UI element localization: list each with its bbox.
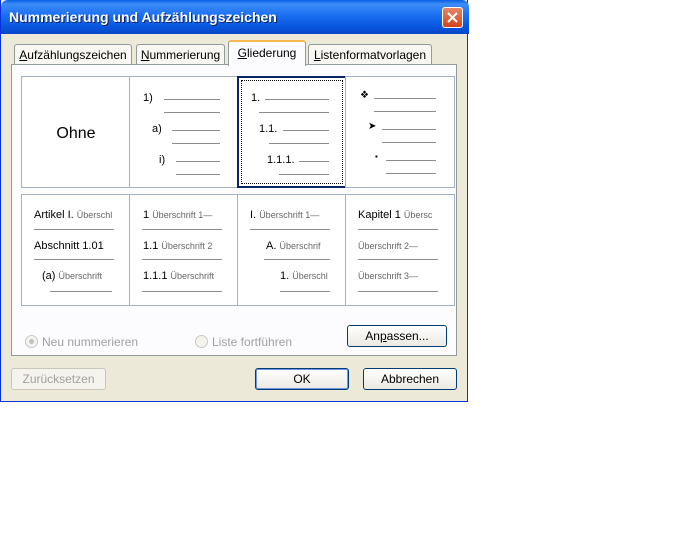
level2-line [382, 129, 436, 130]
level3-line [280, 291, 330, 292]
level2-text: A. Überschrif [266, 240, 321, 252]
level3-line [50, 291, 112, 292]
tab-aufzaehlungszeichen[interactable]: Aufzählungszeichen [14, 44, 132, 66]
list-style-none[interactable]: Ohne [21, 76, 131, 188]
tab-gliederung[interactable]: Gliederung [228, 40, 306, 66]
level3-line-2 [176, 174, 220, 175]
level1-text: 1 Überschrift 1— [143, 209, 213, 221]
list-style-heading-roman[interactable]: I. Überschrift 1— A. Überschrif 1. Übers… [237, 194, 347, 306]
list-style-heading-numbered[interactable]: 1 Überschrift 1— 1.1 Überschrift 2 1.1.1… [129, 194, 239, 306]
tab-listenformatvorlagen[interactable]: Listenformatvorlagen [308, 44, 432, 66]
ok-button[interactable]: OK [255, 368, 349, 390]
square-bullet-icon: ▪ [375, 152, 378, 161]
level3-line [176, 161, 220, 162]
level3-line-2 [386, 173, 436, 174]
level3-text: (a) Überschrift [42, 270, 103, 282]
list-style-paren-numbered[interactable]: 1) a) i) [129, 76, 239, 188]
diamond-bullet-icon: ❖ [360, 90, 369, 101]
level2-marker: a) [152, 123, 162, 135]
radio-selected-icon [25, 335, 38, 348]
title-bar[interactable]: Nummerierung und Aufzählungszeichen [1, 0, 469, 34]
customize-button[interactable]: Anpassen... [347, 325, 447, 347]
level1-line-2 [259, 112, 329, 113]
level2-line-2 [269, 143, 329, 144]
level2-line-2 [172, 143, 220, 144]
level2-line [264, 259, 330, 260]
cancel-button[interactable]: Abbrechen [363, 368, 457, 390]
level3-text: 1. Überschl [280, 270, 328, 282]
list-style-symbols[interactable]: ❖ ➤ ▪ [345, 76, 455, 188]
close-button[interactable] [442, 7, 463, 28]
list-style-kapitel[interactable]: Kapitel 1 Übersc Überschrift 2— Überschr… [345, 194, 455, 306]
level1-line [265, 99, 329, 100]
level2-text: 1.1 Überschrift 2 [143, 240, 213, 252]
level2-text: Abschnitt 1.01 [34, 240, 104, 252]
level1-text: I. Überschrift 1— [250, 209, 320, 221]
level1-line-2 [164, 112, 220, 113]
level1-line [142, 229, 222, 230]
level1-line [34, 229, 114, 230]
restart-numbering-radio[interactable]: Neu nummerieren [25, 335, 138, 349]
level1-text: Artikel I. Überschl [34, 209, 113, 221]
restart-numbering-label: Neu nummerieren [42, 335, 139, 349]
continue-list-radio[interactable]: Liste fortführen [195, 335, 292, 349]
level2-line [34, 259, 114, 260]
level1-line [358, 229, 438, 230]
level1-line [164, 99, 220, 100]
list-style-artikel[interactable]: Artikel I. Überschl Abschnitt 1.01 (a) Ü… [21, 194, 131, 306]
level2-marker: 1.1. [259, 123, 278, 135]
level1-line [374, 98, 436, 99]
level2-line-2 [382, 142, 436, 143]
dialog-window: Nummerierung und Aufzählungszeichen Aufz… [0, 0, 469, 402]
level1-text: Kapitel 1 Übersc [358, 209, 433, 221]
arrow-bullet-icon: ➤ [368, 121, 377, 132]
window-title: Nummerierung und Aufzählungszeichen [9, 9, 277, 25]
level2-line [142, 259, 222, 260]
level3-text: Überschrift 3— [358, 271, 419, 281]
level2-line [172, 130, 220, 131]
level2-line [283, 130, 329, 131]
level2-text: Überschrift 2— [358, 241, 419, 251]
level1-line-2 [374, 111, 436, 112]
level1-marker: 1) [143, 92, 153, 104]
level3-line [299, 161, 329, 162]
close-icon [447, 12, 458, 23]
none-label: Ohne [56, 125, 96, 142]
level3-marker: i) [159, 154, 166, 166]
list-style-decimal-outline[interactable]: 1. 1.1. 1.1.1. [237, 76, 347, 188]
level3-line [142, 291, 222, 292]
level3-line [386, 160, 436, 161]
level3-marker: 1.1.1. [267, 154, 295, 166]
continue-list-label: Liste fortführen [212, 335, 293, 349]
level3-line-2 [279, 174, 329, 175]
radio-unselected-icon [195, 335, 208, 348]
reset-button[interactable]: Zurücksetzen [11, 368, 106, 390]
level1-marker: 1. [251, 92, 261, 104]
level3-text: 1.1.1 Überschrift [143, 270, 215, 282]
level1-line [250, 229, 330, 230]
level2-line [358, 259, 438, 260]
tab-nummerierung[interactable]: Nummerierung [136, 44, 225, 66]
level3-line [358, 291, 438, 292]
